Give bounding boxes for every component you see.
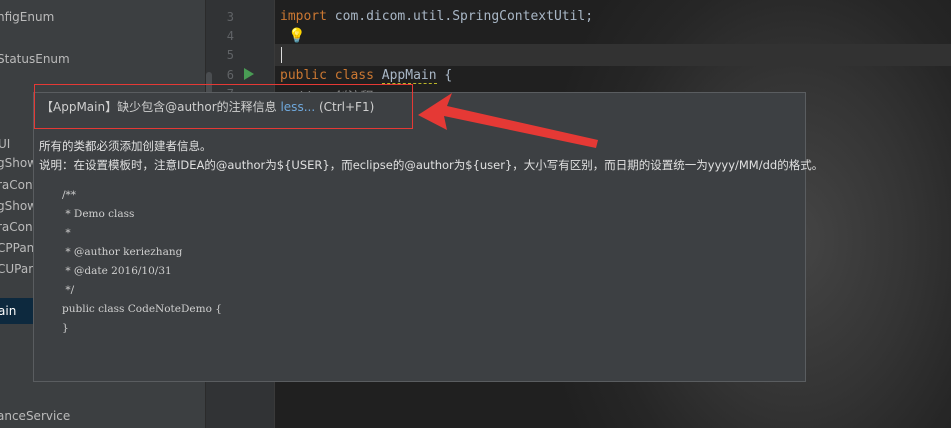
line-number: 3 [226, 10, 234, 24]
code-line-import[interactable]: import com.dicom.util.SpringContextUtil; [280, 9, 593, 24]
lightbulb-icon[interactable]: 💡 [288, 28, 305, 44]
sample-code-line: * @date 2016/10/31 [62, 265, 172, 277]
open-brace: { [436, 68, 453, 83]
tree-item-selected[interactable]: ain [0, 304, 16, 318]
run-gutter-icon[interactable] [244, 68, 254, 80]
sample-code-line: */ [62, 284, 75, 296]
sample-code-line: * @author keriezhang [62, 246, 183, 258]
popup-description-2: 说明：在设置模板时，注意IDEA的@author为${USER}，而eclips… [39, 158, 824, 172]
annotation-highlight-box [34, 84, 413, 129]
sample-code-line: * Demo class [62, 208, 135, 220]
line-number: 5 [226, 48, 234, 62]
tree-item[interactable]: raConf [0, 178, 37, 192]
tree-item[interactable]: raCon [0, 220, 33, 234]
import-keyword: import [280, 9, 327, 24]
tree-item[interactable]: UI [0, 137, 10, 151]
sample-code-line: /** [62, 189, 77, 201]
tree-item[interactable]: CUPan [0, 262, 36, 276]
code-line-class-decl[interactable]: public class AppMain { [280, 68, 453, 84]
tree-item[interactable]: anceService [0, 409, 70, 423]
import-path: com.dicom.util.SpringContextUtil; [326, 9, 594, 24]
tree-item[interactable]: gShow [0, 156, 37, 170]
current-line-highlight [275, 44, 951, 66]
line-number: 4 [226, 29, 234, 43]
popup-description-1: 所有的类都必须添加创建者信息。 [39, 139, 212, 153]
public-keyword: public [280, 68, 327, 83]
sample-code-line: * [62, 227, 71, 239]
class-name: AppMain [381, 68, 437, 84]
tree-item[interactable]: nfigEnum [0, 10, 54, 24]
tree-item[interactable]: StatusEnum [0, 52, 70, 66]
sample-code-line: } [62, 322, 69, 334]
sample-code-line: public class CodeNoteDemo { [62, 303, 222, 315]
text-caret [281, 47, 282, 63]
tree-item[interactable]: CPPan [0, 241, 34, 255]
tree-item[interactable]: gShow [0, 199, 37, 213]
inspection-popup [33, 92, 806, 382]
class-keyword: class [334, 68, 374, 83]
line-number: 6 [226, 68, 234, 82]
